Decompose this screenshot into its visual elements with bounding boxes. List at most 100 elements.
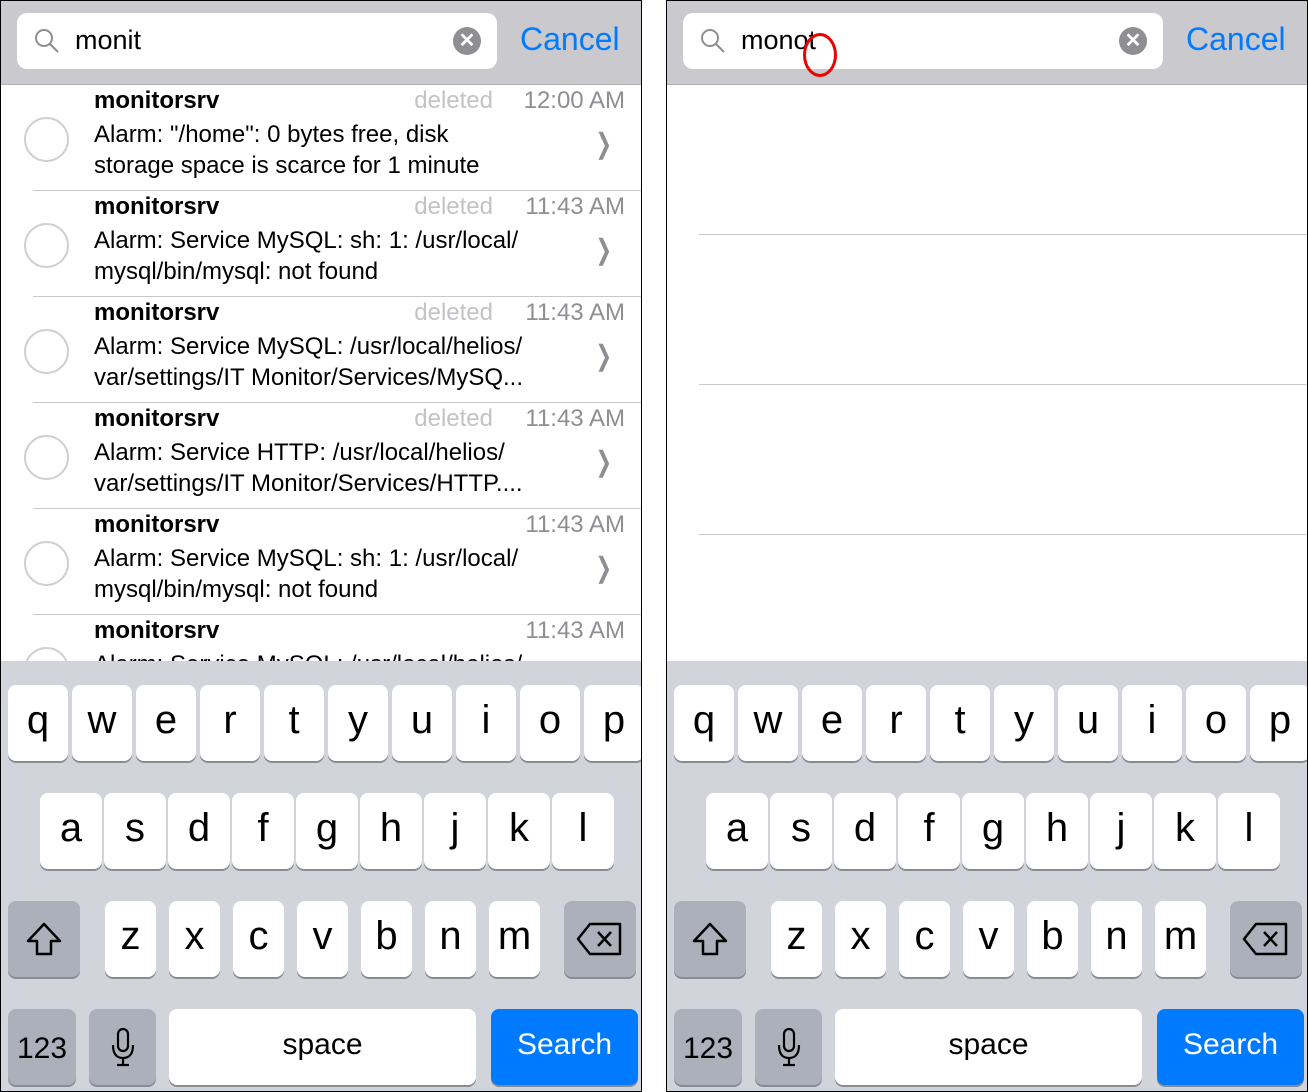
key-p[interactable]: p	[584, 685, 641, 761]
key-n[interactable]: n	[1091, 901, 1142, 977]
status-label: deleted	[414, 299, 493, 326]
key-e[interactable]: e	[136, 685, 196, 761]
search-field[interactable]: monit ✕	[17, 13, 497, 69]
delete-key[interactable]	[1230, 901, 1302, 977]
key-k[interactable]: k	[1154, 793, 1216, 869]
key-c[interactable]: c	[899, 901, 950, 977]
key-d[interactable]: d	[834, 793, 896, 869]
shift-icon	[692, 922, 728, 956]
key-l[interactable]: l	[1218, 793, 1280, 869]
key-u[interactable]: u	[392, 685, 452, 761]
key-r[interactable]: r	[200, 685, 260, 761]
search-input[interactable]: monit	[75, 25, 141, 56]
search-key[interactable]: Search	[491, 1009, 638, 1085]
list-item[interactable]: monitorsrv11:43 AMAlarm: Service MySQL: …	[1, 615, 641, 661]
dictation-key[interactable]	[89, 1009, 156, 1085]
delete-key[interactable]	[564, 901, 636, 977]
chevron-right-icon: ❯	[595, 446, 612, 477]
key-v[interactable]: v	[297, 901, 348, 977]
microphone-icon	[111, 1027, 134, 1067]
select-radio[interactable]	[24, 329, 69, 374]
cancel-button[interactable]: Cancel	[1186, 21, 1286, 58]
select-radio[interactable]	[24, 117, 69, 162]
search-field[interactable]: monot ✕	[683, 13, 1163, 77]
sender-name: monitorsrv	[94, 511, 220, 538]
numbers-key[interactable]: 123	[8, 1009, 76, 1085]
list-item[interactable]: monitorsrv deleted 11:43 AM Alarm: Service …	[1, 297, 641, 403]
key-h[interactable]: h	[1026, 793, 1088, 869]
key-k[interactable]: k	[488, 793, 550, 869]
key-i[interactable]: i	[1122, 685, 1182, 761]
shift-key[interactable]	[674, 901, 746, 977]
key-g[interactable]: g	[296, 793, 358, 869]
shift-key[interactable]	[8, 901, 80, 977]
timestamp: 11:43 AM	[525, 405, 625, 432]
key-h[interactable]: h	[360, 793, 422, 869]
clear-search-icon[interactable]: ✕	[1119, 27, 1147, 55]
key-y[interactable]: y	[328, 685, 388, 761]
annotation-circle	[803, 33, 837, 77]
key-p[interactable]: p	[1250, 685, 1307, 761]
numbers-key[interactable]: 123	[674, 1009, 742, 1085]
key-v[interactable]: v	[963, 901, 1014, 977]
key-x[interactable]: x	[835, 901, 886, 977]
key-c[interactable]: c	[233, 901, 284, 977]
select-radio[interactable]	[24, 541, 69, 586]
key-f[interactable]: f	[232, 793, 294, 869]
key-q[interactable]: q	[674, 685, 734, 761]
key-w[interactable]: w	[72, 685, 132, 761]
key-w[interactable]: w	[738, 685, 798, 761]
cancel-button[interactable]: Cancel	[520, 21, 620, 58]
key-z[interactable]: z	[771, 901, 822, 977]
keyboard: q w e r t y u i o p a s d f g h j k l z x c v b n m 123 space Search	[667, 661, 1307, 1091]
key-f[interactable]: f	[898, 793, 960, 869]
search-key[interactable]: Search	[1157, 1009, 1304, 1085]
key-e[interactable]: e	[802, 685, 862, 761]
key-a[interactable]: a	[706, 793, 768, 869]
key-y[interactable]: y	[994, 685, 1054, 761]
key-u[interactable]: u	[1058, 685, 1118, 761]
status-label: deleted	[414, 193, 493, 220]
key-a[interactable]: a	[40, 793, 102, 869]
key-j[interactable]: j	[424, 793, 486, 869]
search-header: monot ✕ Cancel	[667, 1, 1307, 85]
list-item[interactable]: monitorsrv deleted 11:43 AM Alarm: Service …	[1, 191, 641, 297]
space-key[interactable]: space	[169, 1009, 476, 1085]
key-i[interactable]: i	[456, 685, 516, 761]
timestamp: 11:43 AM	[525, 511, 625, 538]
key-t[interactable]: t	[930, 685, 990, 761]
list-item[interactable]: monitorsrv deleted 12:00 AM Alarm: "/home":…	[1, 85, 641, 191]
select-radio[interactable]	[24, 223, 69, 268]
dictation-key[interactable]	[755, 1009, 822, 1085]
key-q[interactable]: q	[8, 685, 68, 761]
key-g[interactable]: g	[962, 793, 1024, 869]
space-key[interactable]: space	[835, 1009, 1142, 1085]
list-item[interactable]: monitorsrv deleted 11:43 AM Alarm: Service …	[1, 403, 641, 509]
search-icon	[701, 29, 725, 53]
key-s[interactable]: s	[104, 793, 166, 869]
key-o[interactable]: o	[1186, 685, 1246, 761]
clear-search-icon[interactable]: ✕	[453, 27, 481, 55]
select-radio[interactable]	[24, 647, 69, 661]
keyboard: q w e r t y u i o p a s d f g h j k l z x c v b n m 123 space Search	[1, 661, 641, 1091]
select-radio[interactable]	[24, 435, 69, 480]
key-l[interactable]: l	[552, 793, 614, 869]
key-d[interactable]: d	[168, 793, 230, 869]
key-b[interactable]: b	[361, 901, 412, 977]
list-item[interactable]: monitorsrv11:43 AMAlarm: Service MySQL: …	[1, 509, 641, 615]
key-m[interactable]: m	[1155, 901, 1206, 977]
key-z[interactable]: z	[105, 901, 156, 977]
key-s[interactable]: s	[770, 793, 832, 869]
key-r[interactable]: r	[866, 685, 926, 761]
key-x[interactable]: x	[169, 901, 220, 977]
key-m[interactable]: m	[489, 901, 540, 977]
timestamp: 11:43 AM	[525, 193, 625, 220]
key-n[interactable]: n	[425, 901, 476, 977]
delete-icon	[1242, 922, 1288, 956]
key-j[interactable]: j	[1090, 793, 1152, 869]
timestamp: 11:43 AM	[525, 299, 625, 326]
key-b[interactable]: b	[1027, 901, 1078, 977]
microphone-icon	[777, 1027, 800, 1067]
key-o[interactable]: o	[520, 685, 580, 761]
key-t[interactable]: t	[264, 685, 324, 761]
